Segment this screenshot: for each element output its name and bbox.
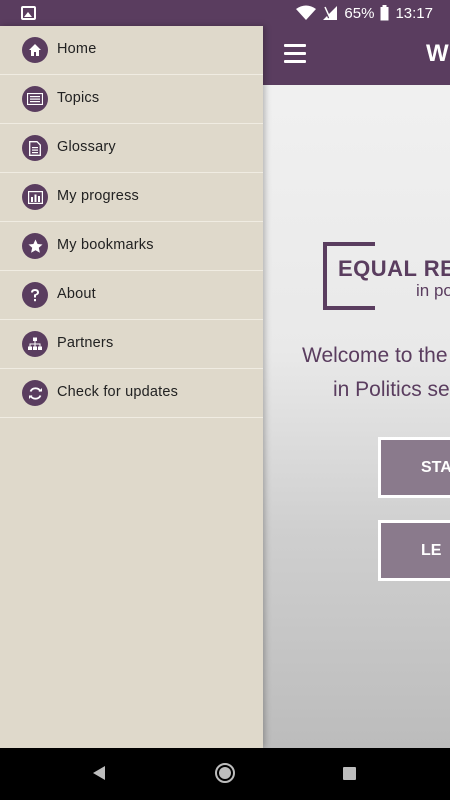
star-icon — [22, 233, 48, 259]
menu-item-topics[interactable]: Topics — [0, 75, 263, 124]
menu-item-label: Check for updates — [57, 384, 179, 400]
status-indicators: 65% 13:17 — [296, 0, 433, 26]
navigation-drawer: Home Topics Glossary My progress My book… — [0, 26, 263, 748]
system-navigation-bar — [0, 748, 450, 800]
menu-item-partners[interactable]: Partners — [0, 320, 263, 369]
logo-subtext: in po — [416, 281, 450, 300]
battery-icon — [380, 5, 389, 21]
menu-item-label: Glossary — [57, 139, 116, 155]
menu-item-my-progress[interactable]: My progress — [0, 173, 263, 222]
org-chart-icon — [22, 331, 48, 357]
menu-item-label: About — [57, 286, 96, 302]
document-icon — [22, 135, 48, 161]
app-title: W — [426, 40, 449, 67]
menu-item-glossary[interactable]: Glossary — [0, 124, 263, 173]
menu-item-home[interactable]: Home — [0, 26, 263, 75]
menu-item-label: Topics — [57, 90, 100, 106]
learn-button[interactable]: LE — [378, 520, 450, 581]
welcome-text-line1: Welcome to the — [302, 344, 448, 367]
home-icon — [22, 37, 48, 63]
cell-signal-icon — [323, 6, 338, 20]
start-button[interactable]: STA — [378, 437, 450, 498]
battery-percent: 65% — [344, 4, 375, 22]
menu-item-label: Partners — [57, 335, 114, 351]
recents-icon[interactable] — [343, 767, 356, 780]
menu-item-label: Home — [57, 41, 97, 57]
bar-chart-icon — [22, 184, 48, 210]
welcome-text-line2: in Politics se — [333, 378, 450, 401]
menu-item-label: My progress — [57, 188, 139, 204]
menu-item-label: My bookmarks — [57, 237, 154, 253]
clock: 13:17 — [395, 4, 433, 22]
status-bar: 65% 13:17 — [0, 0, 450, 26]
back-icon[interactable] — [93, 766, 105, 780]
home-circle-icon[interactable] — [215, 763, 235, 783]
list-icon — [22, 86, 48, 112]
menu-item-check-for-updates[interactable]: Check for updates — [0, 369, 263, 418]
menu-item-my-bookmarks[interactable]: My bookmarks — [0, 222, 263, 271]
refresh-icon — [22, 380, 48, 406]
image-notification-icon — [21, 6, 36, 20]
menu-icon[interactable] — [284, 44, 306, 64]
menu-item-about[interactable]: About — [0, 271, 263, 320]
wifi-icon — [296, 5, 317, 20]
question-icon — [22, 282, 48, 308]
logo-text: EQUAL RE — [338, 256, 450, 281]
